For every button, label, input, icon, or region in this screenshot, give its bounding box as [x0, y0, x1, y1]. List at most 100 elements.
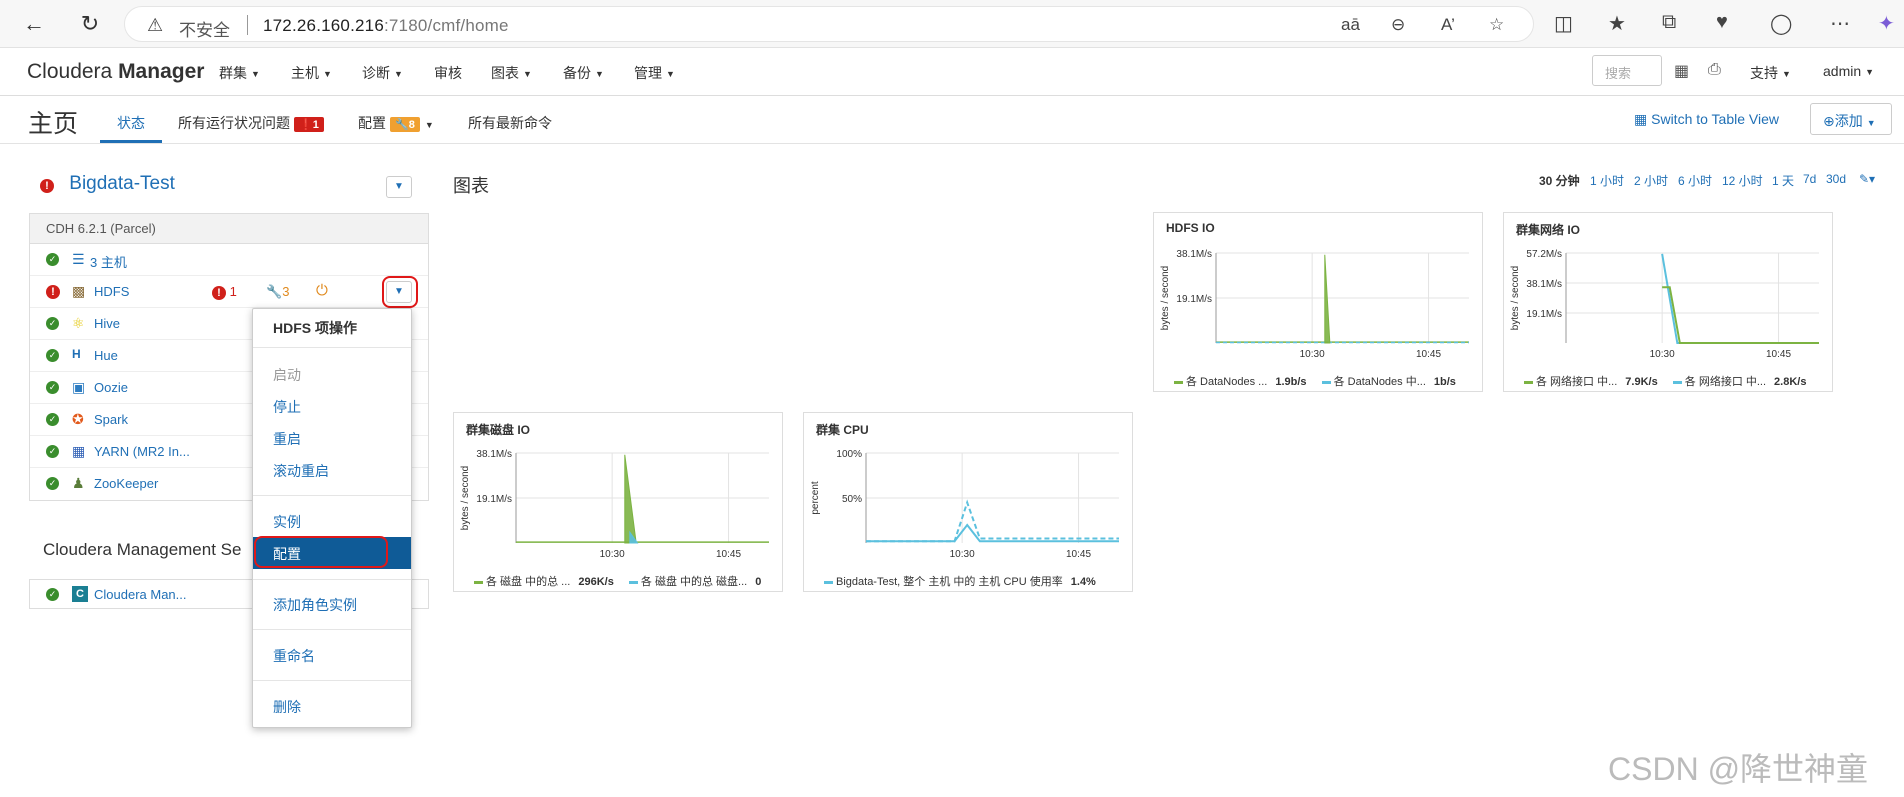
- series-line: [866, 499, 1119, 543]
- tab-recent-commands[interactable]: 所有最新命令: [468, 113, 552, 133]
- menu-divider: [253, 579, 411, 580]
- range-30m[interactable]: 30 分钟: [1539, 172, 1580, 189]
- service-name[interactable]: Spark: [94, 412, 128, 427]
- brand-logo[interactable]: Cloudera Manager: [27, 60, 204, 84]
- menu-hosts[interactable]: 主机 ▼: [291, 63, 332, 83]
- service-name[interactable]: Hue: [94, 348, 118, 363]
- running-commands-icon[interactable]: ⎙: [1708, 61, 1721, 79]
- legend-item: 各 网络接口 中... 7.9K/s: [1524, 376, 1670, 388]
- range-30d[interactable]: 30d: [1826, 172, 1846, 186]
- menu-item-add-role-instances[interactable]: 添加角色实例: [273, 595, 357, 615]
- page-title: 主页: [28, 110, 79, 138]
- read-aloud-icon[interactable]: A’: [1441, 15, 1455, 35]
- menu-backup[interactable]: 备份 ▼: [563, 63, 604, 83]
- menu-clusters[interactable]: 群集 ▼: [219, 63, 260, 83]
- wrench-icon: 🔧: [266, 284, 283, 299]
- x-tick-label: 10:45: [1766, 349, 1791, 360]
- browser-toolbar: ← ↻ ⚠ 不安全 172.26.160.216:7180/cmf/home a…: [0, 0, 1904, 48]
- hdfs-icon: ▩: [72, 283, 86, 299]
- more-menu-icon[interactable]: ⋯: [1830, 11, 1850, 36]
- menu-charts[interactable]: 图表 ▼: [491, 63, 532, 83]
- series-area: [1324, 254, 1331, 344]
- x-tick-label: 10:30: [950, 549, 975, 560]
- plus-circle-icon: ⊕: [1823, 113, 1835, 129]
- power-icon[interactable]: ⏻: [316, 282, 328, 299]
- parcel-icon[interactable]: ▦: [1674, 61, 1689, 81]
- address-bar[interactable]: ⚠ 不安全 172.26.160.216:7180/cmf/home aā ⊖ …: [124, 6, 1534, 42]
- cluster-name-link[interactable]: ! Bigdata-Test: [40, 173, 175, 195]
- service-name[interactable]: 3 主机: [90, 252, 127, 271]
- y-axis-label: bytes / second: [1160, 266, 1171, 330]
- cluster-actions-dropdown[interactable]: ▼: [386, 176, 412, 198]
- address-divider: [247, 15, 248, 35]
- ok-status-icon: ✓: [46, 253, 59, 266]
- service-name[interactable]: Cloudera Man...: [94, 587, 187, 602]
- health-alert-count[interactable]: ! 1: [212, 284, 237, 300]
- range-2h[interactable]: 2 小时: [1634, 172, 1668, 189]
- service-name[interactable]: Hive: [94, 316, 120, 331]
- list-item[interactable]: ! ▩ HDFS ! 1 🔧3 ⏻: [30, 276, 428, 308]
- menu-divider: [253, 495, 411, 496]
- edit-charts-icon[interactable]: ✎▾: [1859, 172, 1875, 186]
- edge-icon[interactable]: ◯: [1770, 11, 1792, 36]
- menu-item-rolling-restart[interactable]: 滚动重启: [273, 461, 329, 481]
- zoom-out-icon[interactable]: ⊖: [1391, 15, 1405, 35]
- ok-status-icon: ✓: [46, 477, 59, 490]
- error-icon: !: [212, 286, 226, 300]
- ok-status-icon: ✓: [46, 317, 59, 330]
- service-name[interactable]: YARN (MR2 In...: [94, 444, 190, 459]
- tab-configuration[interactable]: 配置 🔧8 ▼: [358, 113, 434, 133]
- menu-diagnostics[interactable]: 诊断 ▼: [362, 63, 403, 83]
- back-icon[interactable]: ←: [20, 10, 48, 38]
- service-name[interactable]: Oozie: [94, 380, 128, 395]
- y-tick-label: 38.1M/s: [1176, 249, 1212, 260]
- menu-admin[interactable]: 管理 ▼: [634, 63, 675, 83]
- split-screen-icon[interactable]: ◫: [1554, 11, 1573, 36]
- browser-essentials-icon[interactable]: ♥: [1716, 11, 1728, 34]
- error-status-icon: !: [40, 179, 54, 193]
- switch-to-table-view-link[interactable]: ▦ Switch to Table View: [1634, 111, 1779, 128]
- series-area: [624, 454, 637, 544]
- collections-icon[interactable]: ⧉: [1662, 11, 1676, 34]
- menu-audits[interactable]: 审核: [434, 63, 462, 83]
- y-tick-label: 57.2M/s: [1526, 249, 1562, 260]
- range-12h[interactable]: 12 小时: [1722, 172, 1763, 189]
- chart-cluster-cpu[interactable]: 群集 CPU 100% 50% 10:30 10:45 percent Bigdata-…: [803, 412, 1133, 592]
- menu-item-instances[interactable]: 实例: [273, 512, 301, 532]
- legend-item: 各 网络接口 中... 2.8K/s: [1672, 376, 1819, 388]
- zookeeper-icon: ♟: [72, 475, 85, 491]
- menu-item-restart[interactable]: 重启: [273, 429, 301, 449]
- menu-item-stop[interactable]: 停止: [273, 397, 301, 417]
- tab-status[interactable]: 状态: [117, 113, 145, 133]
- service-name[interactable]: ZooKeeper: [94, 476, 158, 491]
- chart-cluster-disk-io[interactable]: 群集磁盘 IO 38.1M/s 19.1M/s 10:30 10:45 bytes / …: [453, 412, 783, 592]
- legend-item: 各 磁盘 中的总 磁盘... 0: [628, 576, 773, 588]
- range-1d[interactable]: 1 天: [1772, 172, 1794, 189]
- highlight-ring: [254, 536, 388, 568]
- favorite-star-icon[interactable]: ☆: [1489, 15, 1504, 35]
- list-item[interactable]: ✓ ☰ 3 主机: [30, 244, 428, 276]
- menu-item-delete[interactable]: 删除: [273, 697, 301, 717]
- reload-icon[interactable]: ↻: [76, 10, 104, 38]
- search-input[interactable]: 搜索: [1592, 55, 1662, 86]
- range-1h[interactable]: 1 小时: [1590, 172, 1624, 189]
- chart-hdfs-io[interactable]: HDFS IO 38.1M/s 19.1M/s 10:30 10:45 bytes / …: [1153, 212, 1483, 392]
- menu-title: HDFS 项操作: [273, 320, 357, 336]
- config-alert-count[interactable]: 🔧3: [266, 284, 289, 300]
- range-6h[interactable]: 6 小时: [1678, 172, 1712, 189]
- user-menu[interactable]: admin ▼: [1823, 63, 1874, 79]
- support-menu[interactable]: 支持 ▼: [1750, 63, 1791, 83]
- config-issues-badge: 🔧8: [390, 117, 420, 132]
- menu-item-rename[interactable]: 重命名: [273, 646, 315, 666]
- translate-icon[interactable]: aā: [1341, 15, 1360, 35]
- chart-cluster-network-io[interactable]: 群集网络 IO 57.2M/s 38.1M/s 19.1M/s 10:30 10:45 b…: [1503, 212, 1833, 392]
- add-button[interactable]: ⊕添加 ▼: [1810, 103, 1892, 135]
- warning-icon: ⚠: [147, 15, 164, 35]
- range-7d[interactable]: 7d: [1803, 172, 1816, 186]
- favorites-icon[interactable]: ★: [1608, 11, 1626, 36]
- copilot-icon[interactable]: ✦: [1878, 11, 1895, 36]
- service-name[interactable]: HDFS: [94, 284, 129, 299]
- tab-health-issues[interactable]: 所有运行状况问题 ❗1: [178, 113, 324, 133]
- menu-divider: [253, 629, 411, 630]
- ok-status-icon: ✓: [46, 413, 59, 426]
